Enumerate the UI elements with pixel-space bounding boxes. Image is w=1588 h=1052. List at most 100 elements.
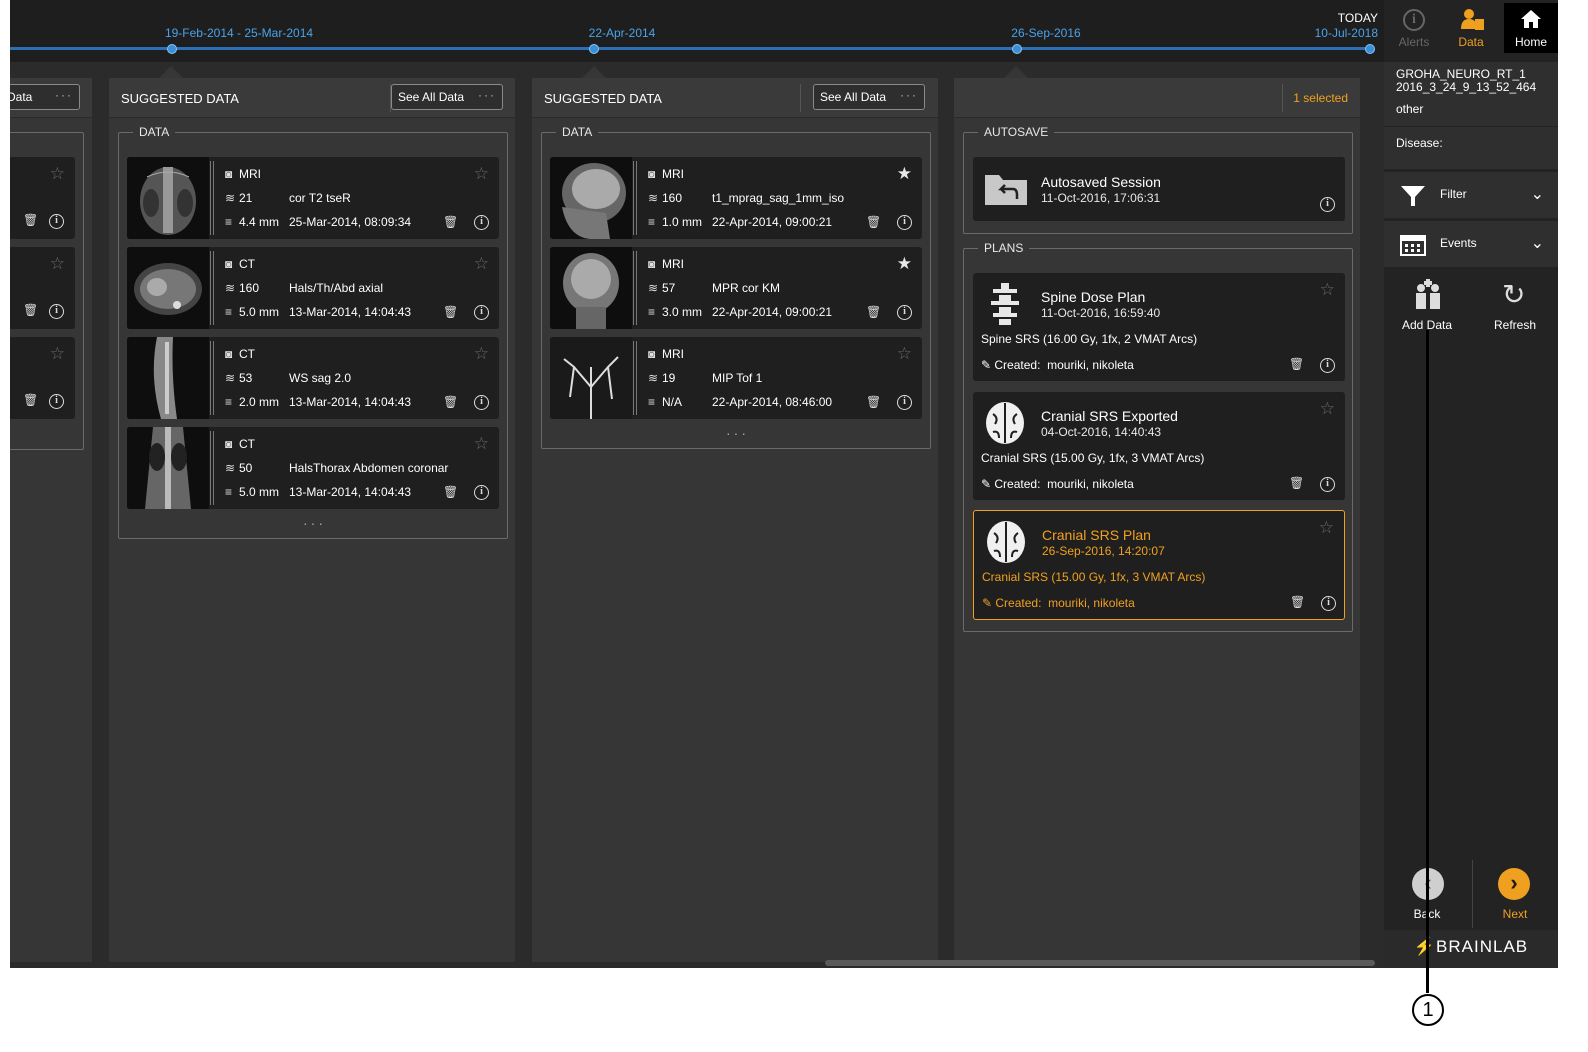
info-icon[interactable]: i [49, 394, 64, 409]
alerts-button[interactable]: i Alerts [1386, 3, 1442, 53]
slice-thickness: N/A [662, 395, 683, 409]
plan-description: Cranial SRS (15.00 Gy, 1fx, 3 VMAT Arcs) [981, 451, 1205, 465]
data-button[interactable]: Data [1443, 3, 1499, 53]
timeline-marker-2[interactable] [589, 44, 599, 54]
timeline-marker-1[interactable] [167, 44, 177, 54]
see-all-data-button[interactable]: l Data ··· [10, 84, 80, 110]
more-items-icon[interactable]: ··· [726, 425, 749, 441]
timeline-label-1[interactable]: 19-Feb-2014 - 25-Mar-2014 [165, 26, 313, 40]
favorite-star-icon[interactable]: ☆ [474, 344, 489, 364]
delete-icon[interactable]: 🗑 [1290, 595, 1305, 609]
filter-dropdown[interactable]: Filter ⌄ [1384, 172, 1558, 218]
delete-icon[interactable]: 🗑 [1289, 476, 1304, 490]
delete-icon[interactable]: 🗑 [866, 395, 881, 409]
series-name: t1_mprag_sag_1mm_iso [712, 191, 845, 205]
favorite-star-filled-icon[interactable]: ★ [897, 254, 912, 274]
delete-icon[interactable]: 🗑 [866, 215, 881, 229]
see-all-data-button[interactable]: See All Data ··· [391, 84, 503, 110]
autosaved-session-card[interactable]: Autosaved Session 11-Oct-2016, 17:06:31 … [973, 157, 1345, 221]
favorite-star-icon[interactable]: ☆ [1320, 280, 1335, 300]
data-card[interactable]: ☆ 🗑 i [10, 337, 75, 419]
info-icon[interactable]: i [1320, 358, 1335, 373]
favorite-star-filled-icon[interactable]: ★ [897, 164, 912, 184]
favorite-star-icon[interactable]: ☆ [897, 344, 912, 364]
delete-icon[interactable]: 🗑 [23, 393, 38, 407]
chevron-down-icon: ⌄ [1530, 235, 1544, 252]
info-icon[interactable]: i [49, 214, 64, 229]
favorite-star-icon[interactable]: ☆ [50, 164, 65, 184]
data-card[interactable]: ☆ 🗑 i [10, 247, 75, 329]
sidebar: i Alerts Data Home GROHA_NEURO_RT_1 2016… [1384, 0, 1558, 968]
info-icon[interactable]: i [897, 395, 912, 410]
delete-icon[interactable]: 🗑 [443, 485, 458, 499]
data-card[interactable]: ◙ MRI ≋ 160 t1_mprag_sag_1mm_iso ≡ 1.0 m… [550, 157, 922, 239]
favorite-star-icon[interactable]: ☆ [474, 434, 489, 454]
series-name: WS sag 2.0 [289, 371, 352, 385]
delete-icon[interactable]: 🗑 [23, 303, 38, 317]
timeline-marker-3[interactable] [1012, 44, 1022, 54]
delete-icon[interactable]: 🗑 [443, 215, 458, 229]
favorite-star-icon[interactable]: ☆ [1320, 399, 1335, 419]
layers-icon: ≋ [225, 281, 236, 295]
info-icon[interactable]: i [474, 485, 489, 500]
data-card[interactable]: ◙ CT ≋ 50 HalsThorax Abdomen coronar ≡ 5… [127, 427, 499, 509]
info-icon[interactable]: i [897, 215, 912, 230]
divider [1282, 84, 1283, 112]
modality-icon: ◙ [225, 257, 233, 271]
thickness-icon: ≡ [225, 305, 233, 319]
data-card[interactable]: ◙ MRI ≋ 21 cor T2 tseR ≡ 4.4 mm 25-Mar-2… [127, 157, 499, 239]
data-card[interactable]: ◙ MRI ≋ 19 MIP Tof 1 ≡ N/A 22-Apr-2014, … [550, 337, 922, 419]
delete-icon[interactable]: 🗑 [443, 395, 458, 409]
timeline-label-3[interactable]: 26-Sep-2016 [1011, 26, 1080, 40]
plan-card[interactable]: Spine Dose Plan 11-Oct-2016, 16:59:40 Sp… [973, 273, 1345, 381]
timeline-marker-today[interactable] [1365, 44, 1375, 54]
home-button[interactable]: Home [1504, 3, 1558, 53]
info-icon[interactable]: i [1320, 477, 1335, 492]
data-card[interactable]: ☆ 🗑 i [10, 157, 75, 239]
horizontal-scrollbar[interactable] [825, 960, 1375, 966]
see-all-label: l Data [10, 90, 33, 104]
see-all-label: See All Data [398, 90, 465, 104]
data-card[interactable]: ◙ CT ≋ 53 WS sag 2.0 ≡ 2.0 mm 13-Mar-201… [127, 337, 499, 419]
plan-date: 26-Sep-2016, 14:20:07 [1042, 544, 1165, 558]
acquisition-date: 22-Apr-2014, 09:00:21 [712, 305, 833, 319]
modality-icon: ◙ [225, 167, 233, 181]
add-data-button[interactable]: Add Data [1384, 278, 1470, 338]
more-items-icon[interactable]: ··· [303, 515, 326, 531]
modality: CT [239, 347, 255, 361]
patient-category: other [1396, 102, 1424, 116]
favorite-star-icon[interactable]: ☆ [474, 164, 489, 184]
timeline-axis [10, 47, 1374, 50]
next-label: Next [1502, 907, 1528, 921]
info-icon[interactable]: i [474, 215, 489, 230]
refresh-button[interactable]: ↻ Refresh [1472, 278, 1558, 338]
timeline-label-2[interactable]: 22-Apr-2014 [589, 26, 656, 40]
brainlab-mark-icon: ⚡ [1413, 937, 1437, 956]
favorite-star-icon[interactable]: ☆ [50, 254, 65, 274]
delete-icon[interactable]: 🗑 [443, 305, 458, 319]
next-button[interactable]: › Next [1472, 860, 1558, 928]
info-icon[interactable]: i [1321, 596, 1336, 611]
data-card[interactable]: ◙ CT ≋ 160 Hals/Th/Abd axial ≡ 5.0 mm 13… [127, 247, 499, 329]
see-all-data-button[interactable]: See All Data ··· [813, 84, 925, 110]
info-icon[interactable]: i [49, 304, 64, 319]
delete-icon[interactable]: 🗑 [23, 213, 38, 227]
data-card[interactable]: ◙ MRI ≋ 57 MPR cor KM ≡ 3.0 mm 22-Apr-20… [550, 247, 922, 329]
favorite-star-icon[interactable]: ☆ [1319, 518, 1334, 538]
delete-icon[interactable]: 🗑 [1289, 357, 1304, 371]
spine-icon [987, 281, 1023, 332]
data-column-partial: l Data ··· ☆ 🗑 i ☆ 🗑 i ☆ 🗑 i [10, 78, 92, 962]
plan-card-selected[interactable]: Cranial SRS Plan 26-Sep-2016, 14:20:07 C… [973, 510, 1345, 620]
plan-card[interactable]: Cranial SRS Exported 04-Oct-2016, 14:40:… [973, 392, 1345, 500]
series-name: cor T2 tseR [289, 191, 351, 205]
info-icon[interactable]: i [474, 395, 489, 410]
patient-id: 2016_3_24_9_13_52_464 [1396, 80, 1537, 94]
info-icon[interactable]: i [474, 305, 489, 320]
info-icon[interactable]: i [897, 305, 912, 320]
favorite-star-icon[interactable]: ☆ [50, 344, 65, 364]
favorite-star-icon[interactable]: ☆ [474, 254, 489, 274]
more-icon: ··· [900, 88, 918, 102]
info-icon[interactable]: i [1320, 197, 1335, 212]
events-dropdown[interactable]: Events ⌄ [1384, 221, 1558, 267]
delete-icon[interactable]: 🗑 [866, 305, 881, 319]
